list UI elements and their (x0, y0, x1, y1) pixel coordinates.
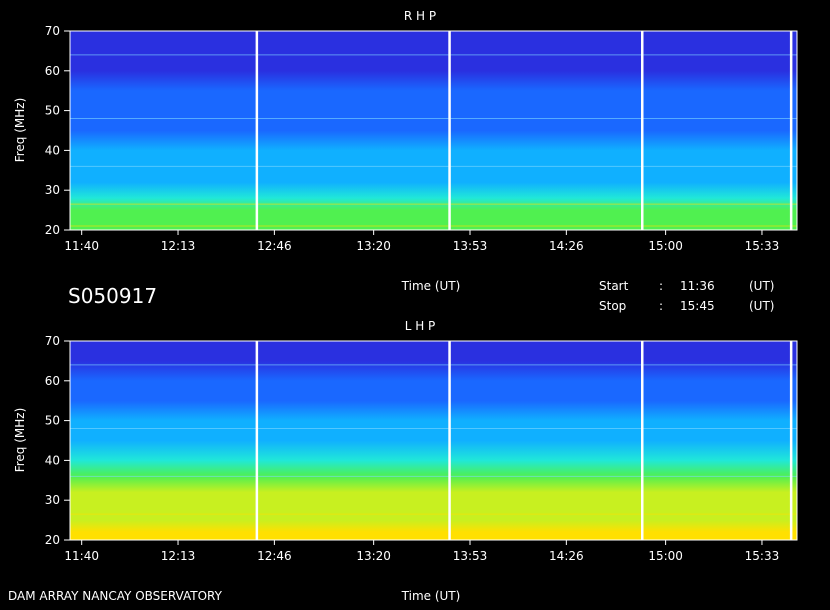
x-tick-label: 12:13 (161, 239, 196, 253)
y-tick-label: 70 (45, 334, 60, 348)
lhp-y-ticks: 20 30 40 50 60 70 (45, 334, 70, 547)
x-tick-label: 14:26 (549, 239, 584, 253)
x-tick-label: 14:26 (549, 549, 584, 563)
y-tick-label: 40 (45, 143, 60, 157)
x-tick-label: 13:20 (356, 239, 391, 253)
rhp-y-axis-label: Freq (MHz) (13, 98, 27, 163)
x-tick-label: 13:20 (356, 549, 391, 563)
x-tick-label: 15:00 (648, 549, 683, 563)
x-tick-label: 15:33 (745, 239, 780, 253)
x-tick-label: 11:40 (64, 549, 99, 563)
lhp-spectrogram (70, 341, 797, 540)
x-tick-label: 15:00 (648, 239, 683, 253)
stop-colon: : (659, 299, 663, 313)
x-tick-label: 12:13 (161, 549, 196, 563)
x-tick-label: 11:40 (64, 239, 99, 253)
y-tick-label: 60 (45, 374, 60, 388)
lhp-y-axis-label: Freq (MHz) (13, 408, 27, 473)
y-tick-label: 20 (45, 533, 60, 547)
spectrogram-figure: R H P Freq (MHz) 20 30 40 50 60 70 11:40 12:13… (8, 9, 798, 603)
x-tick-label: 12:46 (257, 549, 292, 563)
y-tick-label: 70 (45, 24, 60, 38)
y-tick-label: 40 (45, 453, 60, 467)
y-tick-label: 60 (45, 64, 60, 78)
date-code-label: S050917 (68, 284, 157, 308)
y-tick-label: 50 (45, 414, 60, 428)
y-tick-label: 50 (45, 104, 60, 118)
x-tick-label: 15:33 (745, 549, 780, 563)
lhp-x-axis-label: Time (UT) (401, 589, 461, 603)
lhp-panel-title: L H P (405, 319, 436, 333)
y-tick-label: 30 (45, 183, 60, 197)
stop-time-value: 15:45 (680, 299, 715, 313)
rhp-x-ticks: 11:40 12:13 12:46 13:20 13:53 14:26 15:00 15:33 (64, 230, 779, 253)
rhp-panel: R H P Freq (MHz) 20 30 40 50 60 70 11:40 12:13… (13, 9, 798, 293)
y-tick-label: 20 (45, 223, 60, 237)
time-range-info: Start : 11:36 (UT) Stop : 15:45 (UT) (599, 279, 774, 313)
observatory-footer: DAM ARRAY NANCAY OBSERVATORY (8, 589, 223, 603)
x-tick-label: 13:53 (453, 549, 488, 563)
start-time-value: 11:36 (680, 279, 715, 293)
lhp-x-ticks: 11:40 12:13 12:46 13:20 13:53 14:26 15:00 15:33 (64, 540, 779, 563)
rhp-panel-title: R H P (404, 9, 436, 23)
rhp-x-axis-label: Time (UT) (401, 279, 461, 293)
start-ut-label: (UT) (749, 279, 774, 293)
y-tick-label: 30 (45, 493, 60, 507)
start-label: Start (599, 279, 629, 293)
rhp-spectrogram (70, 31, 797, 230)
lhp-panel: L H P Freq (MHz) 20 30 40 50 60 70 11:40 12:13… (13, 319, 798, 603)
x-tick-label: 13:53 (453, 239, 488, 253)
x-tick-label: 12:46 (257, 239, 292, 253)
start-colon: : (659, 279, 663, 293)
stop-ut-label: (UT) (749, 299, 774, 313)
rhp-y-ticks: 20 30 40 50 60 70 (45, 24, 70, 237)
stop-label: Stop (599, 299, 626, 313)
